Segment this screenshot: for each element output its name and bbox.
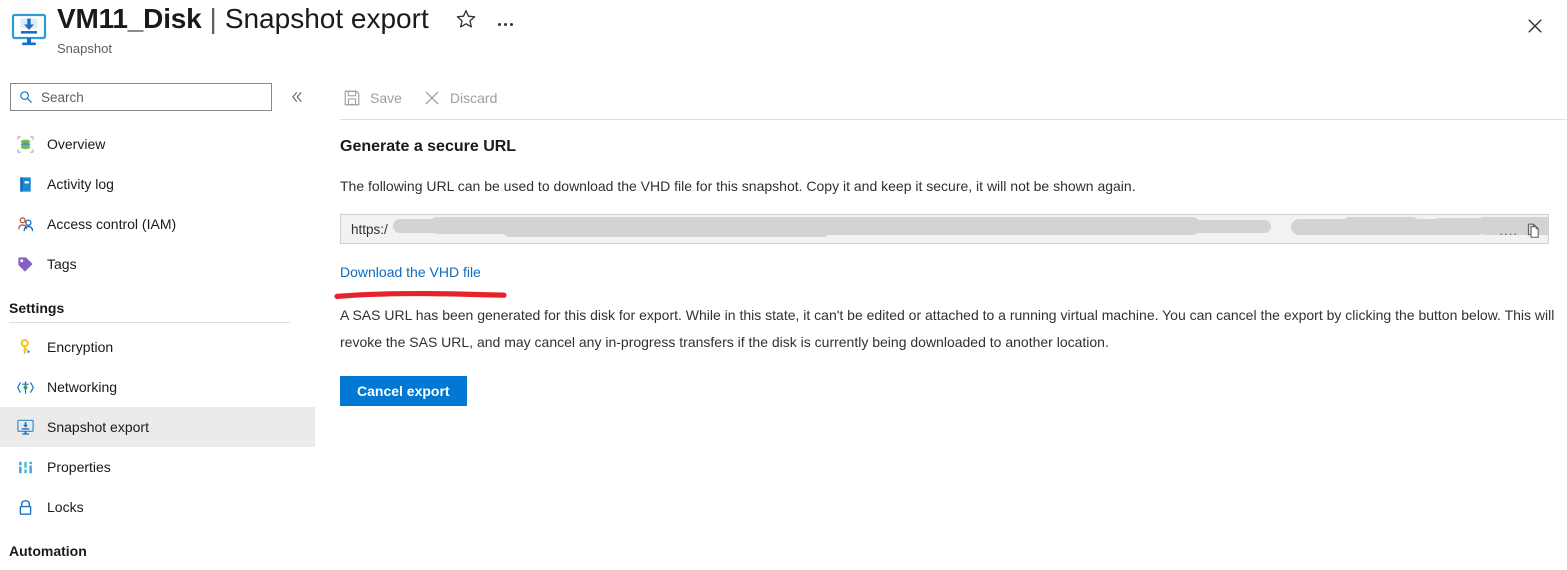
sidebar-group-settings: Settings [9,300,65,316]
save-label: Save [370,90,402,106]
star-icon[interactable] [455,8,477,30]
toolbar-divider [340,119,1567,120]
sidebar-item-access-control[interactable]: Access control (IAM) [0,204,318,244]
sidebar-item-label: Snapshot export [47,419,149,435]
blade-sidebar: Search Overview Activity log Access cont… [0,70,318,570]
search-icon [19,90,33,104]
discard-label: Discard [449,90,498,106]
sidebar-item-label: Locks [47,499,84,515]
sidebar-item-snapshot-export[interactable]: Snapshot export [0,407,315,447]
sidebar-item-label: Properties [47,459,111,475]
networking-icon [14,376,36,398]
sidebar-item-tags[interactable]: Tags [0,244,318,284]
overview-icon [14,133,36,155]
page-title: VM11_Disk | Snapshot export [57,3,517,35]
title-separator: | [209,3,217,34]
tag-icon [14,253,36,275]
sidebar-item-label: Activity log [47,176,114,192]
snapshot-export-panel: Generate a secure URL The following URL … [334,138,1567,406]
properties-icon [14,456,36,478]
cancel-export-button[interactable]: Cancel export [340,376,467,406]
sidebar-item-label: Networking [47,379,118,395]
sidebar-item-label: Encryption [47,339,114,355]
sas-status-paragraph: A SAS URL has been generated for this di… [340,307,1555,350]
chevron-double-left-icon[interactable] [286,86,308,108]
section-title: Generate a secure URL [340,138,517,155]
search-input[interactable]: Search [10,83,272,111]
resource-type-subtitle: Snapshot [57,41,112,56]
download-vhd-link[interactable]: Download the VHD file [340,264,481,280]
resource-name: VM11_Disk [57,3,202,34]
sidebar-item-locks[interactable]: Locks [0,487,318,527]
sidebar-item-label: Tags [47,256,77,272]
snapshot-export-icon [14,416,36,438]
ellipsis-icon[interactable] [495,8,517,30]
blade-main-content: Save Discard Generate a secure URL The f… [318,70,1567,570]
sidebar-search-row: Search [10,83,308,111]
blade-name: Snapshot export [224,3,429,34]
sidebar-item-properties[interactable]: Properties [0,447,318,487]
sidebar-item-label: Overview [47,136,106,152]
discard-x-icon [422,88,442,108]
command-toolbar: Save Discard [340,82,515,114]
url-truncation-ellipsis: .... [1499,223,1518,238]
sidebar-group-automation: Automation [9,543,87,559]
activity-log-icon [14,173,36,195]
blade-header: VM11_Disk | Snapshot export Snapshot [0,0,1567,70]
sidebar-item-label: Access control (IAM) [47,216,177,232]
sidebar-item-networking[interactable]: Networking [0,367,318,407]
red-underline-annotation [334,286,508,299]
sidebar-item-encryption[interactable]: Encryption [0,327,318,367]
save-disk-icon [342,88,362,108]
save-button[interactable]: Save [340,82,412,114]
sidebar-item-overview[interactable]: Overview [0,124,318,164]
sidebar-group-divider [9,322,290,323]
search-placeholder: Search [41,89,84,105]
download-vhd-wrapper: Download the VHD file [334,264,507,299]
discard-button[interactable]: Discard [420,82,507,114]
azure-portal-blade: VM11_Disk | Snapshot export Snapshot Sea… [0,0,1567,570]
copy-icon[interactable] [1522,219,1544,241]
sas-url-field[interactable]: https:/ .... [340,214,1549,244]
close-icon[interactable] [1521,12,1549,40]
key-icon [14,336,36,358]
sidebar-item-activity-log[interactable]: Activity log [0,164,318,204]
access-control-icon [14,213,36,235]
sas-url-value: https:/ [351,221,388,237]
section-description: The following URL can be used to downloa… [340,178,1136,194]
sidebar-nav: Overview Activity log Access control (IA… [0,124,318,565]
lock-icon [14,496,36,518]
snapshot-export-icon [9,10,49,50]
redaction-overlay [341,215,1548,243]
